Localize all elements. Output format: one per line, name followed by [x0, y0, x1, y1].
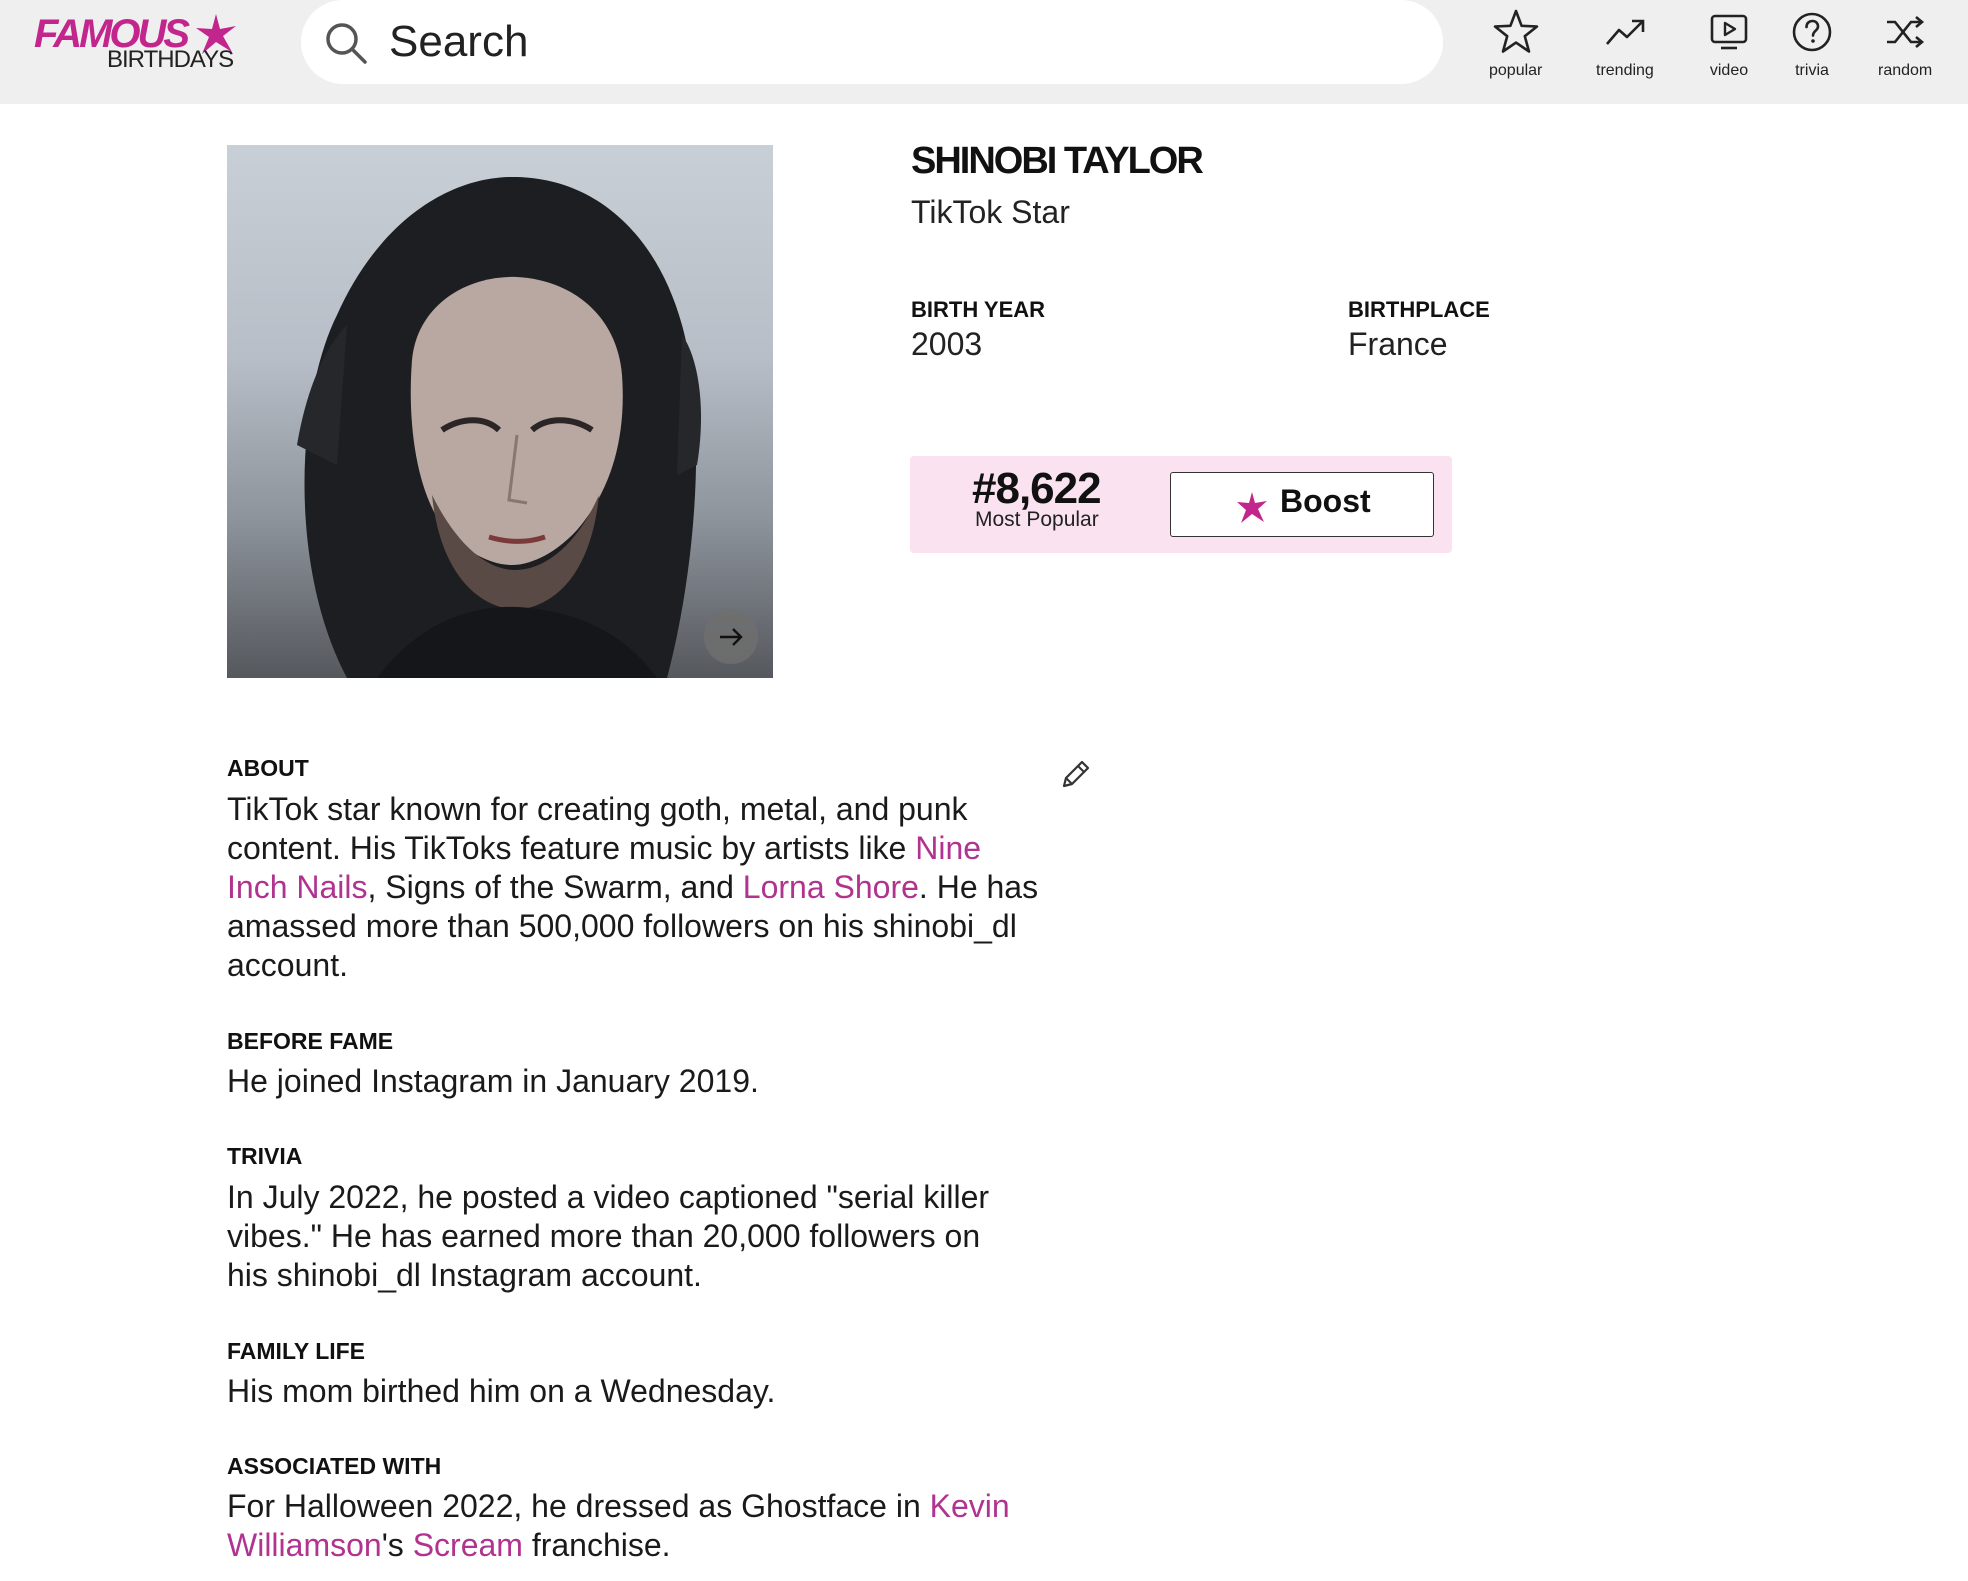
lorna-shore-link[interactable]: Lorna Shore: [743, 869, 919, 905]
associated-text-part: 's: [381, 1527, 413, 1563]
scream-link[interactable]: Scream: [413, 1527, 523, 1563]
family-life-label: FAMILY LIFE: [227, 1338, 366, 1364]
search-icon: [326, 23, 367, 64]
about-text-part: TikTok star known for creating goth, met…: [227, 791, 968, 866]
popularity-rank-box: #8,622 Most Popular Boost: [910, 456, 1452, 553]
birth-year-value[interactable]: 2003: [911, 326, 982, 363]
associated-text-part: For Halloween 2022, he dressed as Ghostf…: [227, 1488, 930, 1524]
nav-random-label: random: [1878, 62, 1933, 79]
boost-label: Boost: [1280, 483, 1371, 519]
site-logo[interactable]: FAMOUS BIRTHDAYS: [34, 12, 246, 76]
profile-photo: [227, 145, 773, 678]
birthplace-label: BIRTHPLACE: [1348, 297, 1490, 322]
nav-video-label: video: [1709, 62, 1749, 79]
nav-trending-label: trending: [1596, 62, 1654, 79]
search-bar[interactable]: [301, 0, 1443, 84]
video-icon: [1710, 14, 1748, 50]
pencil-edit-icon[interactable]: [1058, 758, 1092, 792]
birth-year-label: BIRTH YEAR: [911, 297, 1046, 322]
trivia-text: In July 2022, he posted a video captione…: [227, 1179, 990, 1293]
family-life-text: His mom birthed him on a Wednesday.: [227, 1373, 776, 1409]
rank-number: #8,622: [972, 464, 1102, 513]
boost-button[interactable]: Boost: [1170, 472, 1434, 537]
nav-trending[interactable]: trending: [1596, 8, 1654, 80]
profession-link[interactable]: TikTok Star: [911, 194, 1070, 231]
nav-popular-label: popular: [1489, 62, 1543, 79]
before-fame-text: He joined Instagram in January 2019.: [227, 1063, 759, 1099]
nav-popular[interactable]: popular: [1489, 8, 1542, 80]
logo-birthdays-text: BIRTHDAYS: [107, 46, 234, 73]
nav-video[interactable]: video: [1705, 8, 1753, 80]
star-icon: [1493, 9, 1538, 53]
associated-with-text: For Halloween 2022, he dressed as Ghostf…: [227, 1487, 1037, 1565]
about-label: ABOUT: [227, 755, 309, 781]
nav-random[interactable]: random: [1878, 8, 1932, 80]
rank-label: Most Popular: [975, 508, 1099, 531]
trivia-label: TRIVIA: [227, 1143, 303, 1169]
question-icon: [1792, 12, 1832, 52]
trending-icon: [1605, 19, 1645, 45]
nav-trivia[interactable]: trivia: [1788, 8, 1836, 80]
birthplace-value[interactable]: France: [1348, 326, 1448, 363]
search-input[interactable]: [389, 12, 1409, 72]
about-text-part: , Signs of the Swarm, and: [367, 869, 743, 905]
associated-text-part: franchise.: [522, 1527, 671, 1563]
profile-portrait-image: [297, 176, 702, 678]
nav-trivia-label: trivia: [1795, 62, 1829, 79]
celebrity-name: SHINOBI TAYLOR: [911, 140, 1204, 182]
arrow-right-icon: [720, 628, 743, 646]
associated-with-label: ASSOCIATED WITH: [227, 1453, 442, 1479]
site-header: FAMOUS BIRTHDAYS popular trending video: [0, 0, 1968, 104]
boost-star-icon: [1237, 492, 1267, 523]
before-fame-label: BEFORE FAME: [227, 1028, 394, 1054]
next-photo-button[interactable]: [704, 610, 758, 664]
shuffle-icon: [1887, 16, 1925, 48]
about-text: TikTok star known for creating goth, met…: [227, 790, 1047, 985]
